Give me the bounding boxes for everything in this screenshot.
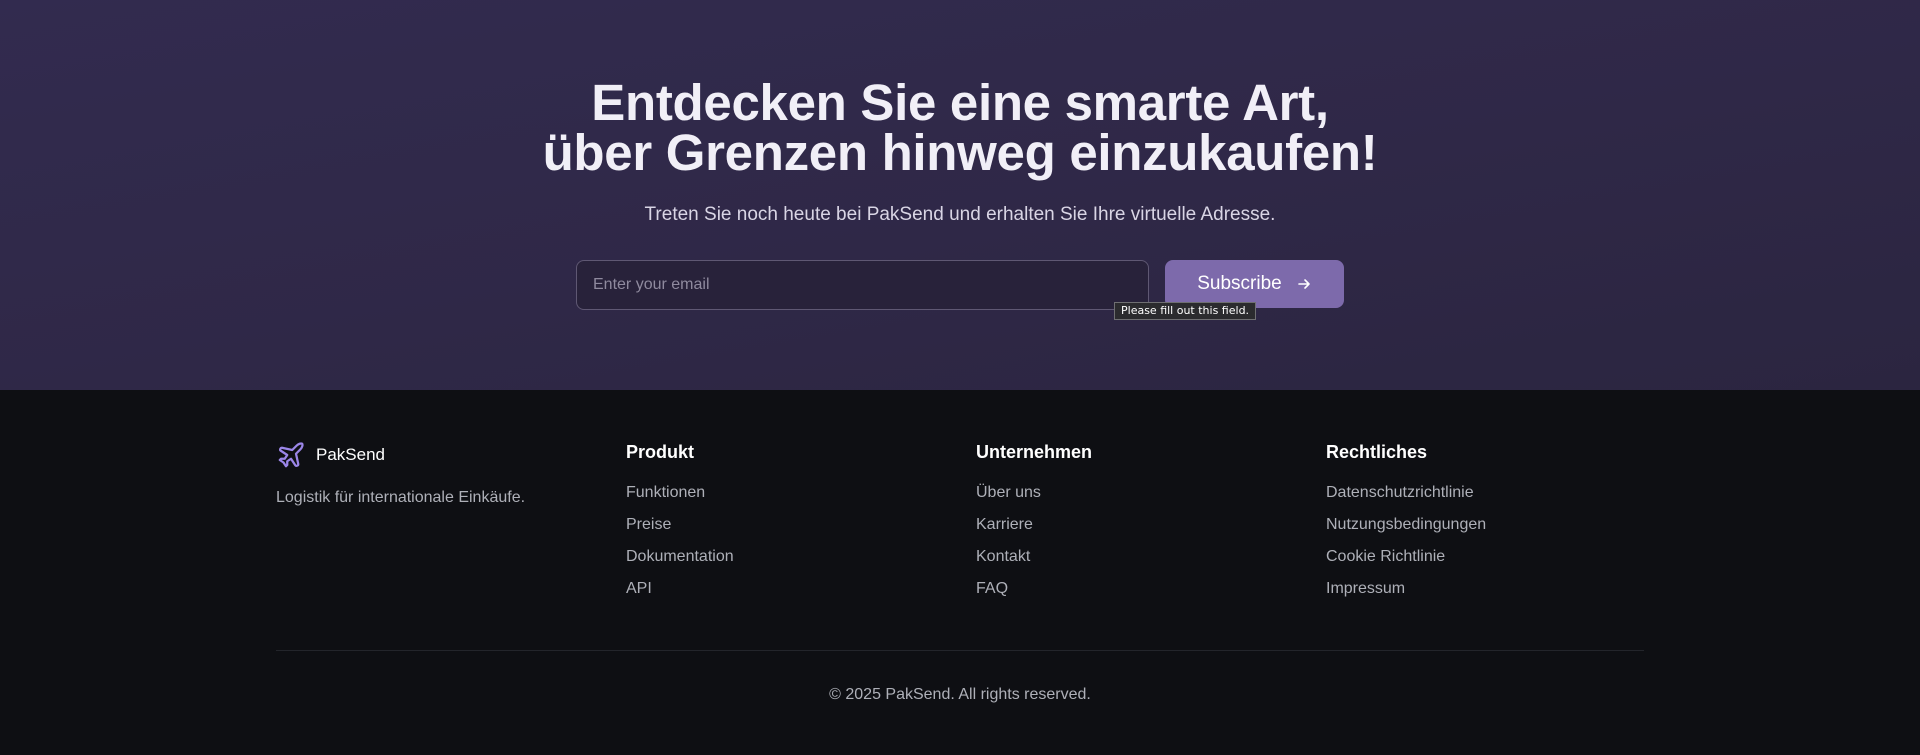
footer-link-karriere[interactable]: Karriere	[976, 516, 1092, 548]
subscribe-button[interactable]: Subscribe	[1165, 260, 1344, 308]
hero-title-line-2: über Grenzen hinweg einzukaufen!	[542, 124, 1378, 181]
footer-column-title: Produkt	[626, 442, 695, 462]
footer-link-cookie-richtlinie[interactable]: Cookie Richtlinie	[1326, 548, 1486, 580]
footer-link-kontakt[interactable]: Kontakt	[976, 548, 1092, 580]
footer-column-unternehmen: Unternehmen Über uns Karriere Kontakt FA…	[976, 442, 1092, 612]
site-footer: PakSend Logistik für internationale Eink…	[0, 390, 1920, 755]
footer-link-impressum[interactable]: Impressum	[1326, 580, 1486, 612]
footer-link-funktionen[interactable]: Funktionen	[626, 484, 734, 516]
footer-link-datenschutz[interactable]: Datenschutzrichtlinie	[1326, 484, 1486, 516]
footer-link-ueber-uns[interactable]: Über uns	[976, 484, 1092, 516]
footer-column-title: Rechtliches	[1326, 442, 1428, 462]
footer-divider	[276, 650, 1644, 651]
footer-column-title: Unternehmen	[976, 442, 1093, 462]
hero-title: Entdecken Sie eine smarte Art, über Gren…	[0, 74, 1920, 181]
brand-name: PakSend	[316, 445, 385, 464]
validation-tooltip: Please fill out this field.	[1114, 302, 1257, 320]
footer-link-api[interactable]: API	[626, 580, 734, 612]
footer-link-dokumentation[interactable]: Dokumentation	[626, 548, 734, 580]
subscribe-button-label: Subscribe	[1197, 273, 1282, 294]
footer-link-nutzungsbedingungen[interactable]: Nutzungsbedingungen	[1326, 516, 1486, 548]
hero-title-line-1: Entdecken Sie eine smarte Art,	[591, 74, 1329, 131]
footer-column-rechtliches: Rechtliches Datenschutzrichtlinie Nutzun…	[1326, 442, 1486, 612]
brand-logo-link[interactable]: PakSend	[276, 440, 385, 470]
brand-tagline: Logistik für internationale Einkäufe.	[276, 489, 526, 506]
hero-subtitle: Treten Sie noch heute bei PakSend und er…	[644, 204, 1276, 225]
newsletter-hero: Entdecken Sie eine smarte Art, über Gren…	[0, 0, 1920, 390]
footer-link-faq[interactable]: FAQ	[976, 580, 1092, 612]
email-input[interactable]	[576, 260, 1149, 310]
footer-column-produkt: Produkt Funktionen Preise Dokumentation …	[626, 442, 734, 612]
airplane-icon	[276, 440, 306, 470]
copyright: © 2025 PakSend. All rights reserved.	[829, 686, 1091, 703]
arrow-right-icon	[1296, 276, 1312, 292]
footer-link-preise[interactable]: Preise	[626, 516, 734, 548]
